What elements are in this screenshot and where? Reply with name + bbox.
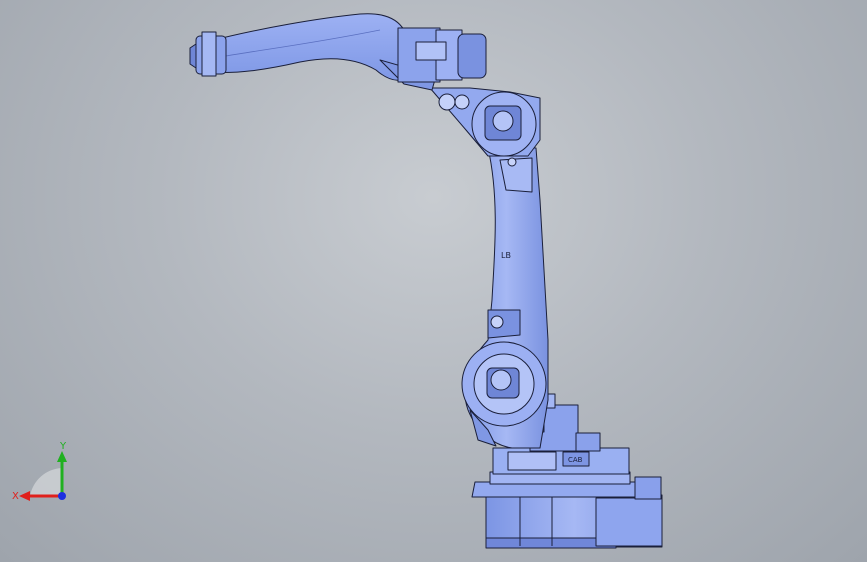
x-axis-label: X xyxy=(12,491,19,502)
y-axis-label: Y xyxy=(59,441,67,452)
elbow-joint xyxy=(429,87,541,157)
z-axis-dot xyxy=(58,492,66,500)
cad-viewport[interactable]: CAB LB Y X xyxy=(0,0,867,562)
axis-triad: Y X xyxy=(12,441,67,502)
plate-label: CAB xyxy=(568,456,583,464)
lower-arm: LB xyxy=(461,147,549,449)
wrist-flange xyxy=(189,31,227,77)
robot-base xyxy=(471,471,663,549)
robot-arm-model[interactable]: CAB LB xyxy=(0,0,867,562)
arm-label: LB xyxy=(501,251,511,260)
forearm xyxy=(205,13,487,91)
